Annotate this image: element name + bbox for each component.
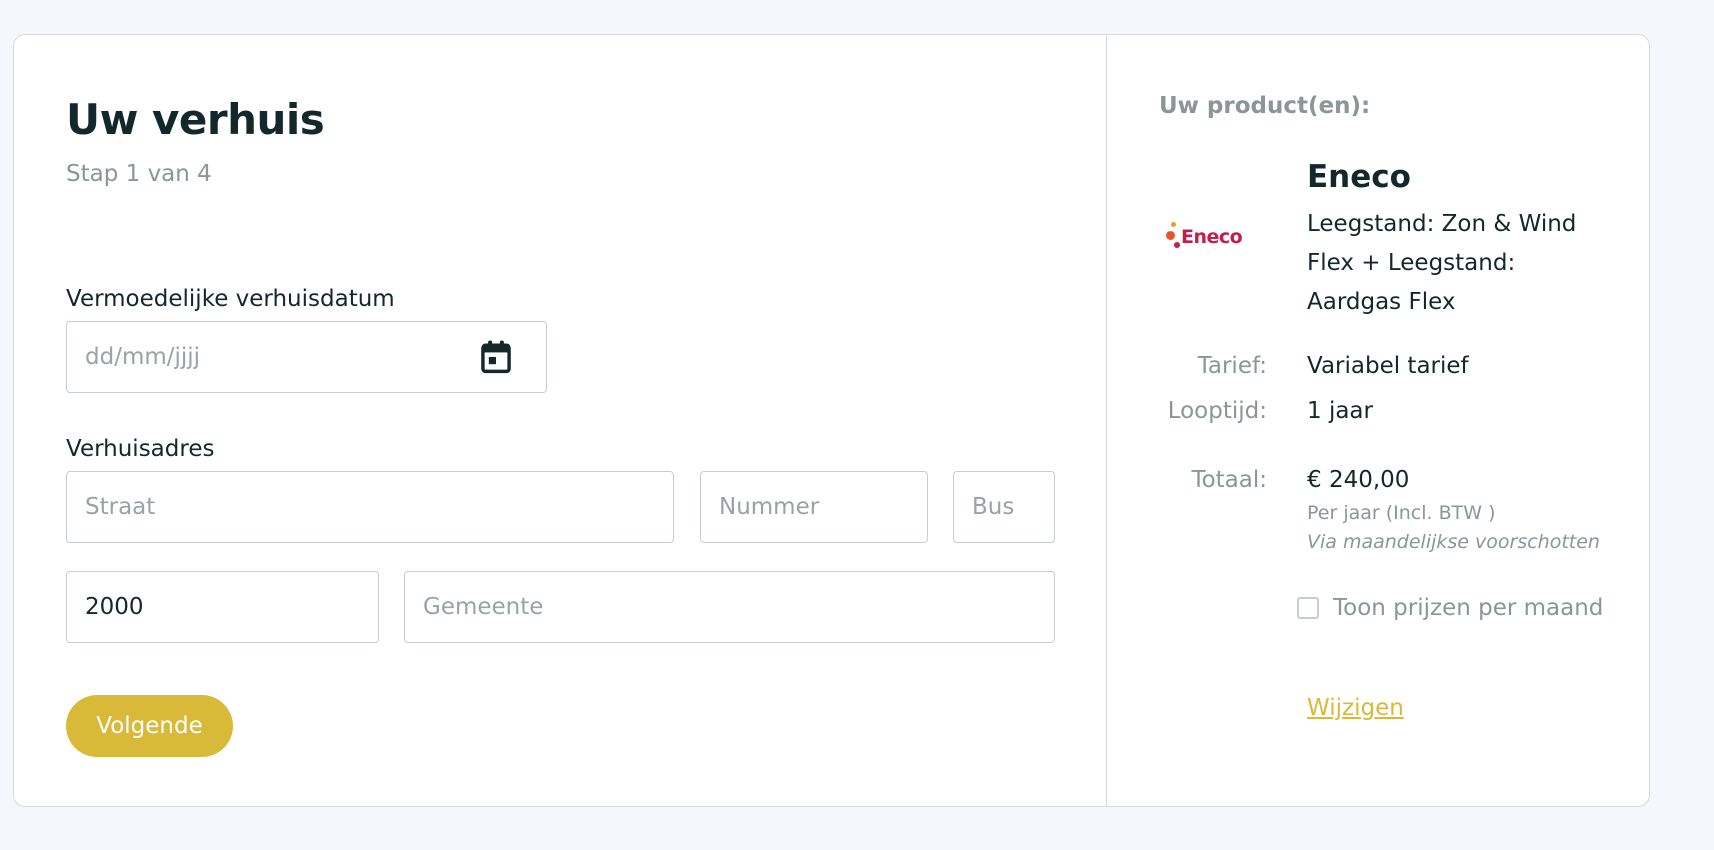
per-year-note: Per jaar (Incl. BTW ) [1307,502,1496,524]
city-field[interactable] [404,571,1055,643]
city-input[interactable] [405,572,1054,642]
monthly-prices-toggle[interactable]: Toon prijzen per maand [1297,595,1603,621]
house-number-input[interactable] [701,472,927,542]
bus-input[interactable] [954,472,1054,542]
street-input[interactable] [67,472,673,542]
step-indicator: Stap 1 van 4 [66,161,212,187]
postcode-field[interactable] [66,571,379,643]
product-description: Leegstand: Zon & Wind Flex + Leegstand: … [1307,211,1577,315]
eneco-logo-text: Eneco [1181,226,1243,248]
house-number-field[interactable] [700,471,928,543]
term-label: Looptijd: [1167,398,1267,424]
form-panel: Uw verhuis Stap 1 van 4 Vermoedelijke ve… [14,35,1107,806]
change-product-link[interactable]: Wijzigen [1307,695,1404,721]
total-label: Totaal: [1191,467,1267,493]
monthly-prices-checkbox[interactable] [1297,597,1319,619]
term-value: 1 jaar [1307,398,1373,424]
monthly-prices-label[interactable]: Toon prijzen per maand [1333,595,1603,621]
moving-date-input[interactable] [67,322,546,392]
street-field[interactable] [66,471,674,543]
bus-field[interactable] [953,471,1055,543]
calendar-icon[interactable] [480,340,512,374]
eneco-logo: Eneco [1165,218,1250,256]
total-price: € 240,00 [1307,467,1410,493]
product-summary-panel: Uw product(en): Eneco Eneco Leegstand: Z… [1107,35,1649,806]
supplier-name: Eneco [1307,159,1411,195]
moving-date-field[interactable] [66,321,547,393]
moving-form-card: Uw verhuis Stap 1 van 4 Vermoedelijke ve… [13,34,1650,807]
products-heading: Uw product(en): [1159,93,1371,119]
page-title: Uw verhuis [66,95,325,144]
tariff-value: Variabel tarief [1307,353,1469,379]
moving-date-label: Vermoedelijke verhuisdatum [66,286,395,312]
moving-address-label: Verhuisadres [66,436,215,462]
next-button[interactable]: Volgende [66,695,233,757]
postcode-input[interactable] [67,572,378,642]
eneco-logo-dots-icon [1165,220,1181,254]
tariff-label: Tarief: [1197,353,1267,379]
advance-payment-note: Via maandelijkse voorschotten [1307,531,1600,553]
